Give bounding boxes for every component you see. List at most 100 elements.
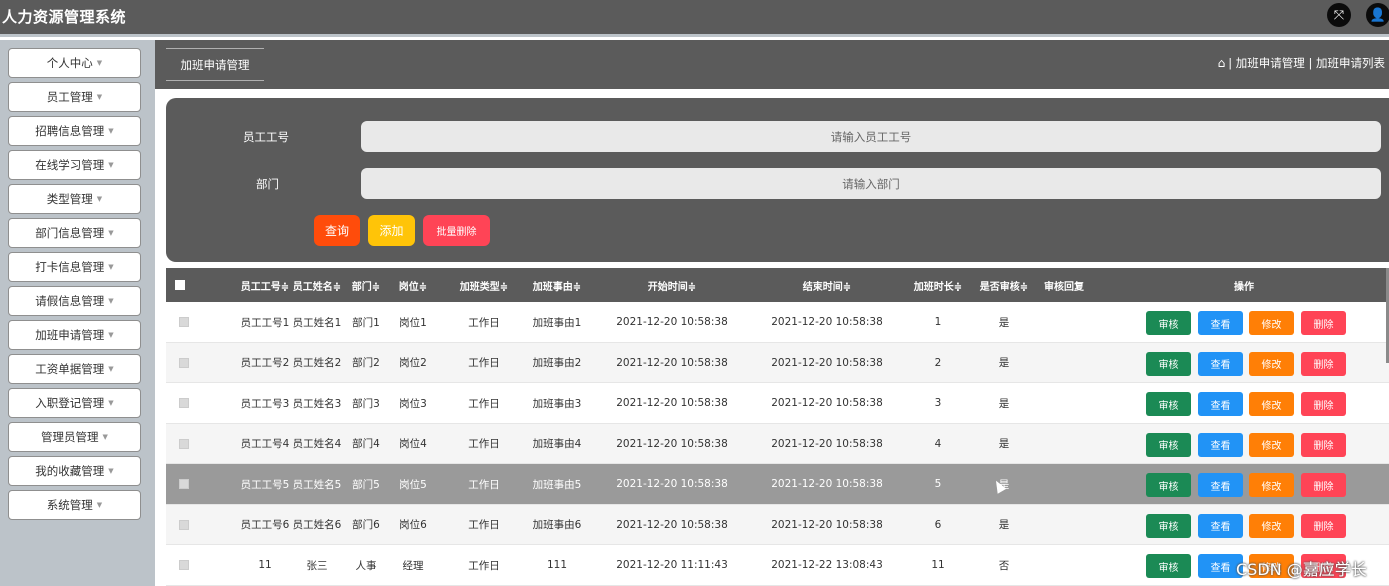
sidebar-item-7[interactable]: 请假信息管理 ▼ — [8, 286, 141, 316]
cell-post: 经理 — [402, 559, 424, 572]
sidebar-item-label: 打卡信息管理 — [35, 260, 105, 274]
row-checkbox[interactable] — [179, 560, 189, 570]
overtime-table: 员工工号≑ 员工姓名≑ 部门≑ 岗位≑ 加班类型≑ 加班事由≑ 开始时间≑ 结束时间≑ 加班时长… — [166, 268, 1389, 586]
sidebar-item-1[interactable]: 员工管理 ▼ — [8, 82, 141, 112]
delete-button[interactable]: 删除 — [1301, 311, 1346, 335]
table-row[interactable]: 员工工号6 员工姓名6 部门6 岗位6 工作日 加班事由6 2021-12-20 10:58… — [166, 504, 1389, 545]
audit-button[interactable]: 审核 — [1146, 513, 1191, 538]
sidebar-item-label: 工资单据管理 — [35, 362, 105, 376]
chevron-down-icon: ▼ — [108, 399, 114, 407]
batch-delete-button[interactable]: 批量删除 — [423, 215, 490, 246]
view-button[interactable]: 查看 — [1198, 473, 1243, 497]
row-checkbox[interactable] — [179, 519, 189, 530]
sidebar-item-9[interactable]: 工资单据管理 ▼ — [8, 354, 141, 384]
edit-button[interactable]: 修改 — [1249, 432, 1294, 457]
delete-button[interactable]: 删除 — [1301, 513, 1346, 538]
chevron-down-icon: ▼ — [108, 229, 114, 237]
view-button[interactable]: 查看 — [1198, 392, 1243, 416]
dept-input[interactable] — [361, 168, 1381, 199]
column-header-7[interactable]: 结束时间≑ — [787, 268, 867, 302]
chevron-down-icon: ▼ — [108, 297, 114, 305]
cell-reply — [1024, 424, 1104, 464]
cell-reason: 加班事由1 — [532, 316, 582, 329]
home-icon[interactable]: ⌂ — [1218, 56, 1226, 70]
employee-no-input[interactable] — [361, 121, 1381, 152]
sidebar-item-6[interactable]: 打卡信息管理 ▼ — [8, 252, 141, 282]
audit-button[interactable]: 审核 — [1146, 351, 1191, 376]
row-checkbox[interactable] — [179, 398, 189, 408]
table-row[interactable]: 员工工号1 员工姓名1 部门1 岗位1 工作日 加班事由1 2021-12-20 10:58… — [166, 302, 1389, 343]
select-all-checkbox[interactable] — [175, 280, 185, 290]
user-icon[interactable]: 👤 — [1366, 3, 1389, 27]
edit-button[interactable]: 修改 — [1249, 473, 1294, 497]
sidebar-item-0[interactable]: 个人中心 ▼ — [8, 48, 141, 78]
column-header-3[interactable]: 岗位≑ — [373, 268, 453, 302]
audit-button[interactable]: 审核 — [1146, 392, 1191, 416]
row-checkbox[interactable] — [179, 479, 189, 489]
delete-button[interactable]: 删除 — [1301, 351, 1346, 376]
column-header-10[interactable]: 审核回复 — [1024, 268, 1104, 302]
cell-reply — [1024, 464, 1104, 504]
edit-button[interactable]: 修改 — [1249, 311, 1294, 335]
sidebar-item-label: 我的收藏管理 — [35, 464, 105, 478]
cell-type: 工作日 — [468, 438, 500, 450]
sidebar-item-10[interactable]: 入职登记管理 ▼ — [8, 388, 141, 418]
table-row[interactable]: 员工工号3 员工姓名3 部门3 岗位3 工作日 加班事由3 2021-12-20 10:58… — [166, 383, 1389, 424]
edit-button[interactable]: 修改 — [1249, 513, 1294, 538]
cell-start: 2021-12-20 10:58:38 — [616, 356, 728, 369]
add-button[interactable]: 添加 — [368, 215, 415, 246]
view-button[interactable]: 查看 — [1198, 432, 1243, 457]
tab-overtime-apply[interactable]: 加班申请管理 — [166, 48, 264, 81]
view-button[interactable]: 查看 — [1198, 513, 1243, 538]
cell-reply — [1024, 302, 1104, 342]
cell-start: 2021-12-20 10:58:38 — [616, 316, 728, 328]
audit-button[interactable]: 审核 — [1146, 432, 1191, 457]
cell-type: 工作日 — [468, 316, 500, 329]
sidebar-item-label: 类型管理 — [46, 192, 93, 206]
chevron-down-icon: ▼ — [96, 93, 103, 101]
edit-button[interactable]: 修改 — [1249, 351, 1294, 376]
column-header-5[interactable]: 加班事由≑ — [517, 268, 597, 302]
cell-start: 2021-12-20 10:58:38 — [616, 397, 728, 409]
delete-button[interactable]: 删除 — [1301, 392, 1346, 416]
cell-reason: 加班事由3 — [532, 397, 582, 410]
column-header-4[interactable]: 加班类型≑ — [444, 268, 524, 302]
cell-reason: 加班事由4 — [532, 438, 582, 450]
delete-button[interactable]: 删除 — [1301, 432, 1346, 457]
audit-button[interactable]: 审核 — [1146, 473, 1191, 497]
cell-post: 岗位4 — [399, 438, 427, 450]
audit-button[interactable]: 审核 — [1146, 311, 1191, 335]
sidebar-item-8[interactable]: 加班申请管理 ▼ — [8, 320, 141, 350]
edit-button[interactable]: 修改 — [1249, 392, 1294, 416]
view-button[interactable]: 查看 — [1198, 351, 1243, 376]
table-row[interactable]: 员工工号2 员工姓名2 部门2 岗位2 工作日 加班事由2 2021-12-20 10:58… — [166, 342, 1389, 383]
table-row[interactable]: 11 张三 人事 经理 工作日 111 2021-12-20 11:11:43 2021-12… — [166, 545, 1389, 586]
column-header-6[interactable]: 开始时间≑ — [632, 268, 712, 302]
row-checkbox[interactable] — [179, 357, 189, 368]
fullscreen-icon[interactable]: ⤧ — [1327, 3, 1351, 27]
chevron-down-icon: ▼ — [102, 433, 108, 441]
sidebar-item-label: 在线学习管理 — [35, 158, 105, 172]
view-button[interactable]: 查看 — [1198, 311, 1243, 335]
app-title: 人力资源管理系统 — [2, 8, 127, 26]
chevron-down-icon: ▼ — [96, 501, 103, 509]
table-row[interactable]: 员工工号4 员工姓名4 部门4 岗位4 工作日 加班事由4 2021-12-20 10:58… — [166, 423, 1389, 464]
sidebar-item-4[interactable]: 类型管理 ▼ — [8, 184, 141, 214]
cell-start: 2021-12-20 10:58:38 — [616, 478, 728, 490]
cell-end: 2021-12-20 10:58:38 — [771, 356, 883, 369]
audit-button[interactable]: 审核 — [1146, 554, 1191, 578]
sidebar-item-13[interactable]: 系统管理 ▼ — [8, 490, 141, 520]
sidebar-item-2[interactable]: 招聘信息管理 ▼ — [8, 116, 141, 146]
breadcrumb: ⌂ | 加班申请管理 | 加班申请列表 — [1218, 55, 1385, 71]
query-button[interactable]: 查询 — [314, 215, 360, 246]
sidebar-item-11[interactable]: 管理员管理 ▼ — [8, 422, 141, 452]
table-row[interactable]: 员工工号5 员工姓名5 部门5 岗位5 工作日 加班事由5 2021-12-20 10:58… — [166, 464, 1389, 505]
row-checkbox[interactable] — [179, 438, 189, 449]
sidebar-item-label: 管理员管理 — [41, 430, 99, 444]
cell-reason: 加班事由6 — [532, 519, 582, 531]
sidebar-item-3[interactable]: 在线学习管理 ▼ — [8, 150, 141, 180]
row-checkbox[interactable] — [179, 317, 189, 327]
sidebar-item-5[interactable]: 部门信息管理 ▼ — [8, 218, 141, 248]
sidebar-item-12[interactable]: 我的收藏管理 ▼ — [8, 456, 141, 486]
delete-button[interactable]: 删除 — [1301, 473, 1346, 497]
